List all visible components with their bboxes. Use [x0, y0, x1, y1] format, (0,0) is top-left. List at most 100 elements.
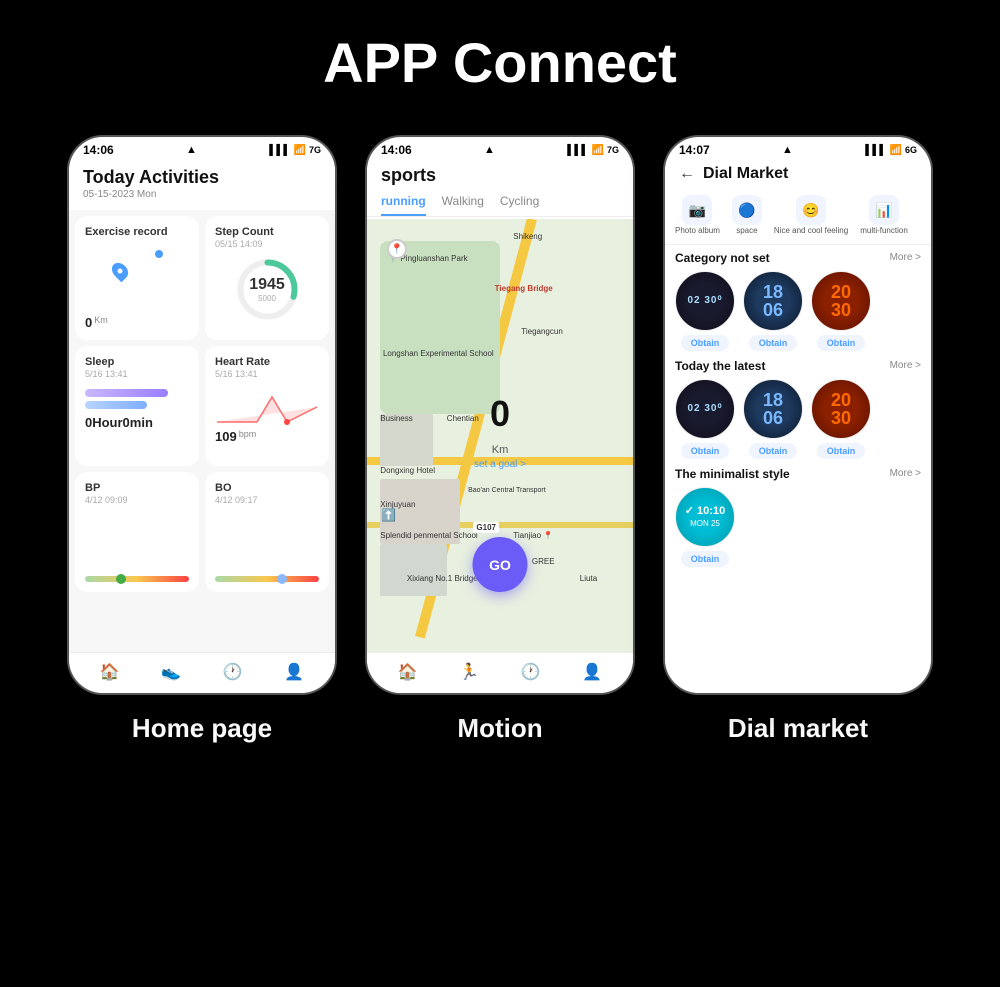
bo-title: BO — [215, 482, 319, 494]
obtain-btn-3-1[interactable]: Obtain — [681, 551, 730, 567]
phone2-status-bar: 14:06 ▲ ▌▌▌ 📶 7G — [367, 137, 633, 159]
phone2-wifi-icon: 📶 — [592, 145, 604, 156]
dial-title: Dial Market — [703, 165, 788, 183]
watch-face-blue-1[interactable]: 1806 — [743, 271, 803, 331]
dial-cat-photo[interactable]: 📷 Photo album — [675, 195, 720, 236]
main-title: APP Connect — [323, 30, 677, 95]
exercise-unit: Km — [94, 315, 108, 325]
obtain-btn-1-1[interactable]: Obtain — [681, 335, 730, 351]
watch-face-orange-1[interactable]: 2030 — [811, 271, 871, 331]
dial-item-2-2: 1806 Obtain — [743, 379, 803, 459]
dial-section-3: The minimalist style More > ✓ 10:10 MON … — [665, 461, 931, 569]
step-title: Step Count — [215, 226, 319, 238]
obtain-btn-2-1[interactable]: Obtain — [681, 443, 730, 459]
heart-svg — [215, 387, 319, 427]
sleep-bar-1 — [85, 389, 168, 397]
dial-item-2-1: 02 30⁰ Obtain — [675, 379, 735, 459]
map-park — [380, 241, 500, 414]
phone3-container: 14:07 ▲ ▌▌▌ 📶 6G ← Dial Market 📷 — [663, 135, 933, 744]
sleep-subtitle: 5/16 13:41 — [85, 369, 189, 379]
dial-section-2: Today the latest More > 02 30⁰ Obtain — [665, 353, 931, 461]
step-ring-container: 1945 5000 — [235, 257, 300, 322]
exercise-card: Exercise record 0 — [75, 216, 199, 340]
step-card: Step Count 05/15 14:09 1945 5000 — [205, 216, 329, 340]
phone2-container: 14:06 ▲ ▌▌▌ 📶 7G sports running Walking … — [365, 135, 635, 744]
multi-function-icon: 📊 — [869, 195, 899, 225]
home-date: 05-15-2023 Mon — [83, 189, 321, 200]
phone2-status-time: 14:06 — [381, 143, 412, 157]
dial-section-2-header: Today the latest More > — [675, 359, 921, 373]
wifi-icon: 📶 — [294, 145, 306, 156]
space-label: space — [736, 227, 757, 236]
tab-walking[interactable]: Walking — [442, 194, 484, 216]
nice-cool-label: Nice and cool feeling — [774, 227, 848, 236]
nav-person-icon[interactable]: 👤 — [283, 661, 305, 683]
nav-activity-icon[interactable]: 👟 — [160, 661, 182, 683]
sleep-bars — [85, 389, 189, 409]
bo-indicator — [277, 574, 287, 584]
bo-subtitle: 4/12 09:17 — [215, 495, 319, 505]
nav-home-icon[interactable]: 🏠 — [99, 661, 121, 683]
obtain-btn-2-3[interactable]: Obtain — [817, 443, 866, 459]
home-title: Today Activities — [83, 167, 321, 188]
obtain-btn-1-2[interactable]: Obtain — [749, 335, 798, 351]
phone2-nav-arrow: ▲ — [484, 144, 495, 156]
watch-face-blue-2[interactable]: 1806 — [743, 379, 803, 439]
sleep-value: 0Hour0min — [85, 415, 189, 430]
dial-section-3-header: The minimalist style More > — [675, 467, 921, 481]
tab-cycling[interactable]: Cycling — [500, 194, 539, 216]
bo-card: BO 4/12 09:17 — [205, 472, 329, 592]
back-arrow-icon[interactable]: ← — [679, 165, 695, 183]
dial-header: ← Dial Market — [665, 159, 931, 191]
motion-header: sports — [367, 159, 633, 194]
watch-face-dark-1[interactable]: 02 30⁰ — [675, 271, 735, 331]
dial-section-3-more[interactable]: More > — [890, 468, 921, 479]
tab-running[interactable]: running — [381, 194, 426, 216]
phone3-status-bar: 14:07 ▲ ▌▌▌ 📶 6G — [665, 137, 931, 159]
battery-icon: 7G — [309, 145, 321, 155]
home-grid: Exercise record 0 — [69, 210, 335, 598]
dial-section-2-items: 02 30⁰ Obtain 1806 Obtain 20 — [675, 379, 921, 459]
phone1-container: 14:06 ▲ ▌▌▌ 📶 7G Today Activities 05-15-… — [67, 135, 337, 744]
step-center: 1945 5000 — [249, 276, 285, 303]
dial-section-2-more[interactable]: More > — [890, 360, 921, 371]
phone2-nav-clock[interactable]: 🕐 — [520, 661, 542, 683]
phone2-nav-home[interactable]: 🏠 — [397, 661, 419, 683]
map-label-shikeng: Shikeng — [513, 232, 542, 241]
phone2-nav-sport[interactable]: 🏃 — [458, 661, 480, 683]
step-num: 1945 — [249, 276, 285, 294]
obtain-btn-1-3[interactable]: Obtain — [817, 335, 866, 351]
dial-section-1-more[interactable]: More > — [890, 252, 921, 263]
dial-section-3-title: The minimalist style — [675, 467, 790, 481]
dial-item-2-3: 2030 Obtain — [811, 379, 871, 459]
home-screen: Today Activities 05-15-2023 Mon Exercise… — [69, 159, 335, 652]
heart-value: 109 — [215, 429, 237, 444]
go-button[interactable]: GO — [473, 537, 528, 592]
dial-categories: 📷 Photo album 🔵 space 😊 Nice and cool fe… — [665, 191, 931, 245]
bp-card: BP 4/12 09:09 — [75, 472, 199, 592]
bp-title: BP — [85, 482, 189, 494]
nav-clock-icon[interactable]: 🕐 — [222, 661, 244, 683]
motion-screen: sports running Walking Cycling — [367, 159, 633, 693]
watch-face-dark-2[interactable]: 02 30⁰ — [675, 379, 735, 439]
dial-cat-space[interactable]: 🔵 space — [732, 195, 762, 236]
set-goal[interactable]: set a goal > — [474, 459, 526, 470]
exercise-value: 0 — [85, 315, 92, 330]
obtain-btn-2-2[interactable]: Obtain — [749, 443, 798, 459]
phone1-status-icons: ▌▌▌ 📶 7G — [269, 145, 321, 156]
phone3-label: Dial market — [728, 713, 868, 744]
dial-item-1-1: 02 30⁰ Obtain — [675, 271, 735, 351]
map-label-transport: Bao'an Central Transport — [468, 487, 546, 494]
dial-cat-multi[interactable]: 📊 multi-function — [860, 195, 908, 236]
phone2-nav-person[interactable]: 👤 — [581, 661, 603, 683]
watch-face-orange-2[interactable]: 2030 — [811, 379, 871, 439]
map-label-tiegang: Tiegang Bridge — [495, 284, 553, 293]
map-label-liuta: Liuta — [580, 574, 597, 583]
map-label-hotel: Dongxing Hotel — [380, 466, 435, 475]
photo-album-label: Photo album — [675, 227, 720, 236]
map-label-g107: G107 — [473, 522, 499, 533]
watch-face-teal[interactable]: ✓ 10:10 MON 25 — [675, 487, 735, 547]
map-label-longshan: Longshan Experimental School — [383, 349, 494, 358]
bp-indicator — [116, 574, 126, 584]
dial-cat-nice[interactable]: 😊 Nice and cool feeling — [774, 195, 848, 236]
